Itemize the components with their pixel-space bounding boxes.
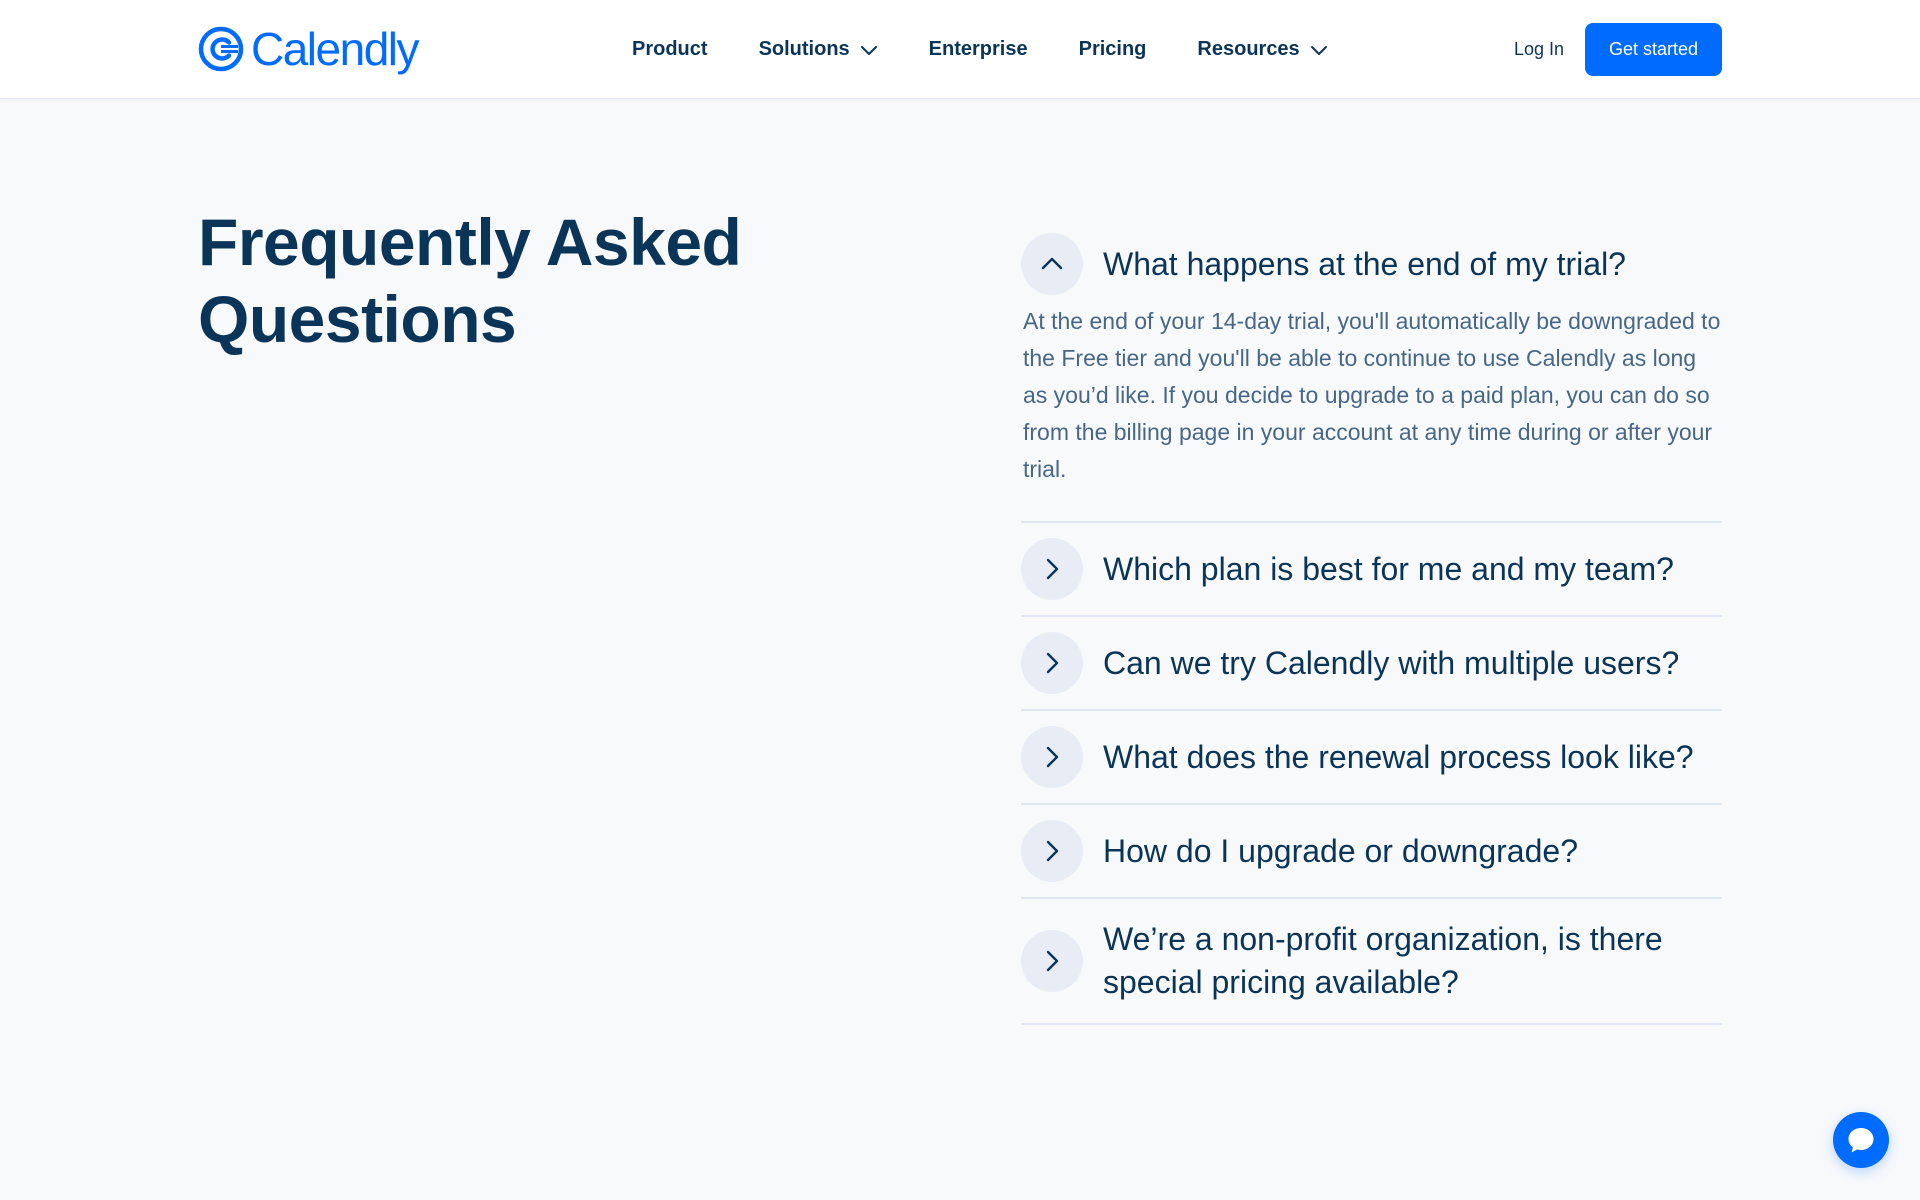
- faq-title: Frequently Asked Questions: [198, 205, 742, 356]
- toggle-button[interactable]: [1021, 233, 1083, 295]
- chevron-right-icon: [1046, 652, 1059, 674]
- chevron-right-icon: [1046, 746, 1059, 768]
- chevron-down-icon: [1310, 45, 1327, 55]
- header-actions: Log In Get started: [1514, 23, 1722, 76]
- faq-item: How do I upgrade or downgrade?: [1021, 805, 1722, 899]
- faq-question: Which plan is best for me and my team?: [1103, 550, 1674, 587]
- nav-resources[interactable]: Resources: [1197, 38, 1327, 61]
- chevron-right-icon: [1046, 558, 1059, 580]
- calendly-logo[interactable]: Calendly: [198, 23, 420, 75]
- faq-question-toggle[interactable]: How do I upgrade or downgrade?: [1021, 805, 1722, 897]
- faq-item: Which plan is best for me and my team?: [1021, 523, 1722, 617]
- chevron-right-icon: [1046, 840, 1059, 862]
- faq-question: What does the renewal process look like?: [1103, 738, 1694, 775]
- faq-item: We’re a non-profit organization, is ther…: [1021, 899, 1722, 1025]
- faq-item: What does the renewal process look like?: [1021, 711, 1722, 805]
- calendly-logo-icon: [198, 26, 244, 72]
- faq-question-toggle[interactable]: What does the renewal process look like?: [1021, 711, 1722, 803]
- toggle-button[interactable]: [1021, 726, 1083, 788]
- toggle-button[interactable]: [1021, 538, 1083, 600]
- nav-pricing-label: Pricing: [1078, 38, 1147, 60]
- nav-product[interactable]: Product: [632, 38, 708, 61]
- faq-question-toggle[interactable]: Which plan is best for me and my team?: [1021, 523, 1722, 615]
- faq-item: Can we try Calendly with multiple users?: [1021, 617, 1722, 711]
- faq-question-toggle[interactable]: What happens at the end of my trial?: [1021, 218, 1722, 295]
- faq-question: What happens at the end of my trial?: [1103, 245, 1626, 282]
- login-link[interactable]: Log In: [1514, 39, 1564, 60]
- nav-enterprise-label: Enterprise: [928, 38, 1028, 60]
- chevron-right-icon: [1046, 950, 1059, 972]
- chevron-down-icon: [860, 45, 877, 55]
- site-header: Calendly Product Solutions Enterprise Pr…: [0, 0, 1920, 99]
- faq-question: Can we try Calendly with multiple users?: [1103, 644, 1680, 681]
- main-nav: Product Solutions Enterprise Pricing Res…: [632, 0, 1328, 99]
- nav-solutions-label: Solutions: [758, 38, 850, 60]
- chevron-up-icon: [1041, 257, 1063, 270]
- nav-resources-label: Resources: [1197, 38, 1300, 60]
- toggle-button[interactable]: [1021, 632, 1083, 694]
- chat-button[interactable]: [1833, 1112, 1889, 1168]
- faq-question: How do I upgrade or downgrade?: [1103, 832, 1578, 869]
- get-started-button[interactable]: Get started: [1585, 23, 1722, 76]
- faq-question-toggle[interactable]: We’re a non-profit organization, is ther…: [1021, 899, 1722, 1023]
- nav-solutions[interactable]: Solutions: [759, 38, 878, 61]
- faq-question: We’re a non-profit organization, is ther…: [1103, 921, 1663, 1000]
- faq-question-toggle[interactable]: Can we try Calendly with multiple users?: [1021, 617, 1722, 709]
- faq-list: What happens at the end of my trial? At …: [1021, 218, 1722, 1025]
- nav-pricing[interactable]: Pricing: [1079, 38, 1147, 61]
- chat-bubble-icon: [1848, 1128, 1874, 1153]
- logo-wordmark: Calendly: [251, 23, 420, 75]
- nav-enterprise[interactable]: Enterprise: [929, 38, 1028, 61]
- nav-product-label: Product: [632, 38, 708, 60]
- faq-item: What happens at the end of my trial? At …: [1021, 218, 1722, 523]
- faq-answer: At the end of your 14-day trial, you'll …: [1023, 308, 1721, 482]
- toggle-button[interactable]: [1021, 820, 1083, 882]
- toggle-button[interactable]: [1021, 930, 1083, 992]
